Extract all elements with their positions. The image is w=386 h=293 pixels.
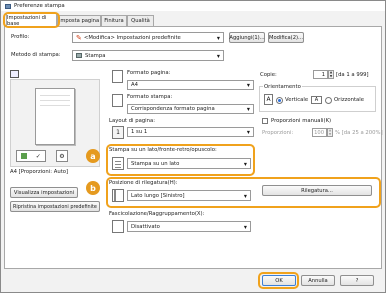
tab-finishing[interactable]: Finitura — [101, 15, 127, 26]
output-size-select[interactable]: Corrispondenza formato pagina ▼ — [127, 104, 254, 114]
portrait-radio[interactable] — [276, 97, 283, 104]
window-title: Preferenze stampa — [14, 3, 65, 9]
printer-icon — [5, 3, 11, 9]
portrait-label: Verticale — [285, 97, 309, 103]
scaling-range: % [da 25 a 200%] — [335, 130, 383, 136]
landscape-radio[interactable] — [325, 97, 332, 104]
page-layout-icon: 1 — [112, 126, 124, 139]
output-method-value: Stampa — [85, 52, 106, 59]
collate-label: Fascicolazione/Raggruppamento(X): — [109, 211, 205, 217]
title-bar: Preferenze stampa — [1, 1, 385, 11]
help-button[interactable]: ? — [340, 275, 374, 286]
collate-value: Disattivato — [131, 223, 160, 230]
page-size-icon — [112, 70, 123, 83]
binding-label: Posizione di rilegatura(H): — [109, 180, 178, 186]
page-size-label: Formato pagina: — [127, 70, 171, 76]
duplex-value: Stampa su un lato — [131, 160, 180, 167]
chevron-down-icon: ▼ — [246, 82, 250, 88]
manual-scaling-label: Proporzioni manuali(K) — [271, 118, 332, 124]
tab-label: Qualità — [131, 18, 150, 24]
edit-profile-button[interactable]: Modifica(2)... — [268, 32, 304, 43]
tab-page-setup[interactable]: Imposta pagina — [57, 15, 101, 26]
binding-button[interactable]: Rilegatura... — [262, 185, 372, 196]
binding-select[interactable]: Lato lungo [Sinistro] ▼ — [127, 190, 251, 201]
tab-label: Finitura — [104, 18, 124, 24]
pencil-icon: ✎ — [76, 33, 82, 42]
orientation-legend: Orientamento — [263, 84, 302, 90]
scaling-stepper[interactable]: ▲ ▼ — [327, 128, 333, 137]
profile-label: Profilo: — [11, 34, 30, 40]
collate-icon — [112, 220, 124, 233]
chevron-down-icon: ▼ — [246, 106, 250, 112]
chevron-down-icon: ▼ — [243, 224, 247, 229]
printer-icon — [76, 53, 82, 58]
output-size-label: Formato stampa: — [127, 94, 173, 100]
duplex-icon — [112, 157, 124, 170]
page-layout-label: Layout di pagina: — [109, 118, 156, 124]
tab-quality[interactable]: Qualità — [127, 15, 154, 26]
chevron-down-icon: ▼ — [246, 129, 250, 135]
color-icon — [21, 153, 28, 159]
binding-icon — [112, 189, 124, 202]
output-method-select[interactable]: Stampa ▼ — [72, 50, 224, 61]
page-layout-value: 1 su 1 — [131, 129, 148, 135]
copies-input[interactable]: 1 — [313, 70, 328, 79]
output-size-icon — [112, 94, 123, 107]
portrait-icon: A — [264, 94, 273, 105]
duplex-label: Stampa su un lato/fronte-retro/opuscolo: — [109, 147, 217, 153]
copies-stepper[interactable]: ▲ ▼ — [328, 70, 334, 79]
callout-badge-b: b — [86, 181, 100, 195]
profile-value: <Modifica> Impostazioni predefinite — [83, 34, 181, 41]
tab-highlight — [3, 12, 60, 28]
chevron-down-icon: ▼ — [243, 161, 247, 166]
profile-select[interactable]: ✎ <Modifica> Impostazioni predefinite ▼ — [72, 32, 224, 43]
preview-caption: A4 [Proporzioni: Auto] — [10, 169, 69, 175]
output-size-value: Corrispondenza formato pagina — [131, 106, 215, 112]
landscape-icon: A — [311, 96, 322, 104]
collate-select[interactable]: Disattivato ▼ — [127, 221, 251, 232]
page-size-select[interactable]: A4 ▼ — [127, 80, 254, 90]
binding-value: Lato lungo [Sinistro] — [131, 192, 185, 199]
output-method-label: Metodo di stampa: — [11, 52, 61, 58]
cancel-button[interactable]: Annulla — [301, 275, 335, 286]
ok-button[interactable]: OK — [262, 275, 296, 286]
landscape-label: Orizzontale — [334, 97, 365, 103]
page-size-value: A4 — [131, 82, 138, 88]
watermark-icon[interactable]: ⚙ — [56, 150, 68, 162]
manual-scaling-checkbox[interactable] — [262, 118, 268, 124]
callout-badge-a: a — [86, 149, 100, 163]
duplex-select[interactable]: Stampa su un lato ▼ — [127, 158, 251, 169]
chevron-down-icon: ▼ — [243, 193, 247, 198]
copies-range: [da 1 a 999] — [336, 72, 369, 78]
scaling-label: Proporzioni: — [262, 130, 294, 136]
tab-label: Imposta pagina — [58, 18, 100, 24]
page-layout-select[interactable]: 1 su 1 ▼ — [127, 127, 254, 137]
scaling-input[interactable]: 100 — [312, 128, 327, 137]
view-settings-button[interactable]: Visualizza impostazioni — [10, 187, 78, 198]
add-profile-button[interactable]: Aggiungi(1)... — [229, 32, 265, 43]
page-preview — [35, 88, 75, 145]
chevron-down-icon: ▼ — [216, 53, 220, 58]
copies-label: Copie: — [260, 72, 277, 78]
preview-print-icons[interactable]: ✓ — [16, 150, 46, 162]
preview-mode-icon[interactable] — [10, 70, 19, 78]
restore-defaults-button[interactable]: Ripristina impostazioni predefinite — [10, 201, 100, 212]
chevron-down-icon: ▼ — [216, 35, 220, 40]
printer-setting-icon: ✓ — [35, 152, 41, 160]
